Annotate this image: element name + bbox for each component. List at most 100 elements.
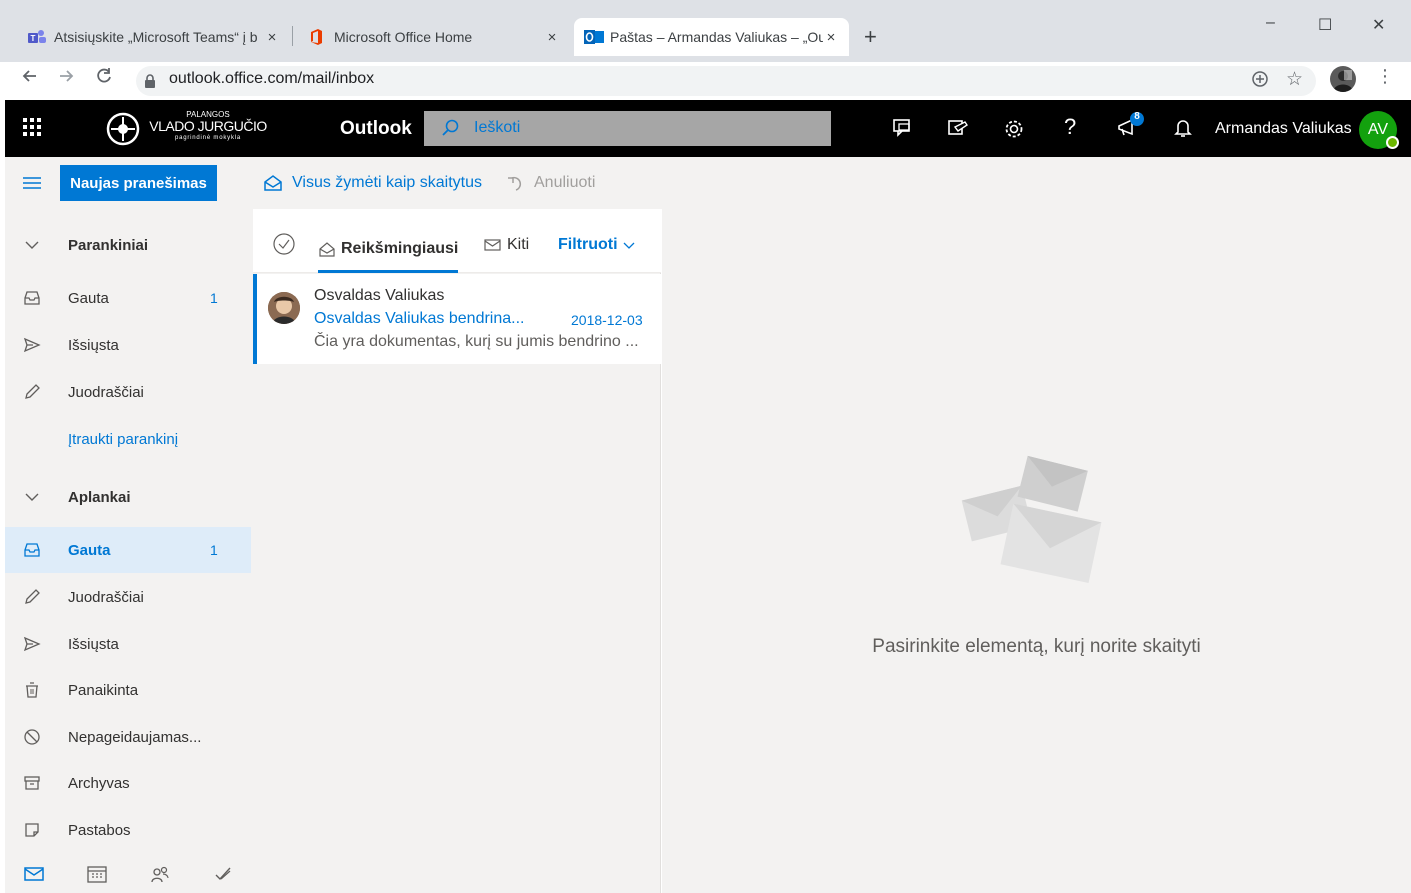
profile-avatar[interactable] [1330, 66, 1356, 92]
folder-item-drafts[interactable]: Juodraščiai [5, 574, 251, 620]
folder-label: Išsiųsta [68, 336, 119, 354]
app-title[interactable]: Outlook [340, 118, 412, 140]
folder-item-junk[interactable]: Nepageidaujamas... [5, 714, 251, 760]
folder-label: Išsiųsta [68, 635, 119, 653]
folder-label: Archyvas [68, 774, 130, 792]
maximize-button[interactable]: ☐ [1318, 15, 1332, 35]
user-name[interactable]: Armandas Valiukas [1215, 120, 1352, 138]
browser-tab-title: Microsoft Office Home [334, 29, 473, 45]
app-launcher-icon[interactable] [22, 117, 42, 137]
bell-icon[interactable] [1174, 118, 1192, 138]
svg-text:T: T [31, 34, 36, 43]
blocked-icon [23, 728, 41, 746]
send-icon [23, 336, 41, 354]
browser-menu-icon[interactable]: ⋮ [1376, 66, 1394, 87]
user-initials: AV [1367, 121, 1389, 138]
hamburger-menu-icon[interactable] [22, 175, 42, 191]
favorite-item-drafts[interactable]: Juodraščiai [5, 369, 251, 415]
browser-tab-outlook[interactable]: Paštas – Armandas Valiukas – „Ou × [574, 18, 849, 56]
favorite-item-sent[interactable]: Išsiųsta [5, 322, 251, 368]
school-logo[interactable] [105, 111, 143, 147]
help-icon[interactable]: ? [1064, 114, 1076, 140]
empty-reading-pane-text: Pasirinkite elementą, kurį norite skaity… [872, 636, 1201, 657]
message-preview: Čia yra dokumentas, kurį su jumis bendri… [314, 333, 639, 350]
my-day-icon[interactable] [947, 118, 969, 138]
add-favorite-label: Įtraukti parankinį [68, 430, 179, 448]
teams-chat-icon[interactable] [892, 118, 914, 138]
calendar-icon[interactable] [87, 865, 107, 883]
inbox-icon [23, 289, 41, 307]
search-box[interactable]: Ieškoti [424, 111, 831, 146]
folder-label: Gauta [68, 541, 111, 559]
back-button[interactable] [20, 66, 40, 86]
reload-button[interactable] [94, 66, 114, 86]
folder-label: Juodraščiai [68, 383, 144, 401]
unread-count: 1 [210, 542, 218, 558]
tab-other[interactable]: Kiti [484, 236, 529, 254]
folders-header[interactable]: Aplankai [5, 474, 251, 520]
close-tab-icon[interactable]: × [544, 29, 560, 46]
browser-tab-title: Paštas – Armandas Valiukas – „Ou [610, 29, 823, 45]
close-tab-icon[interactable]: × [264, 29, 280, 46]
chevron-down-icon [23, 236, 41, 254]
url-text: outlook.office.com/mail/inbox [169, 70, 375, 87]
close-window-button[interactable]: ✕ [1372, 15, 1385, 35]
favorite-item-inbox[interactable]: Gauta 1 [5, 275, 251, 321]
school-name: PALANGOS VLADO JURGUČIO pagrindinė mokyk… [146, 110, 270, 142]
school-name-main: VLADO JURGUČIO [149, 118, 267, 134]
folders-header-label: Aplankai [68, 488, 131, 506]
settings-icon[interactable] [1003, 118, 1025, 140]
new-message-button[interactable]: Naujas pranešimas [60, 165, 217, 201]
open-envelope-icon [264, 175, 282, 191]
folder-item-notes[interactable]: Pastabos [5, 807, 251, 853]
undo-button[interactable]: Anuliuoti [506, 174, 595, 192]
message-date: 2018-12-03 [571, 312, 643, 328]
tab-focused-label: Reikšmingiausi [341, 239, 459, 257]
forward-button[interactable] [56, 66, 76, 86]
inbox-icon [23, 541, 41, 559]
notification-badge: 8 [1134, 111, 1140, 122]
mail-icon[interactable] [24, 866, 44, 882]
note-icon [23, 821, 41, 839]
folder-item-archive[interactable]: Archyvas [5, 760, 251, 806]
install-app-icon[interactable] [1251, 70, 1269, 88]
minimize-button[interactable]: – [1266, 14, 1275, 32]
folder-item-inbox[interactable]: Gauta 1 [5, 527, 251, 573]
new-tab-button[interactable]: + [864, 24, 877, 50]
folder-label: Panaikinta [68, 681, 139, 699]
sender-avatar [268, 292, 300, 324]
select-all-checkbox[interactable] [273, 233, 295, 255]
todo-check-icon[interactable] [213, 865, 233, 883]
favorites-header[interactable]: Parankiniai [5, 222, 251, 268]
school-crest-icon [106, 112, 140, 146]
pencil-icon [23, 383, 41, 401]
filter-button[interactable]: Filtruoti [558, 236, 636, 254]
filter-label: Filtruoti [558, 236, 618, 253]
circle-check-icon [273, 233, 295, 255]
message-subject: Osvaldas Valiukas bendrina... [314, 310, 525, 327]
school-name-sub: pagrindinė mokykla [174, 135, 242, 141]
office-icon [308, 29, 326, 45]
arrow-left-icon [22, 70, 36, 82]
tab-focused[interactable]: Reikšmingiausi [318, 227, 459, 273]
search-icon [442, 119, 460, 137]
people-icon[interactable] [150, 865, 170, 883]
folder-label: Juodraščiai [68, 588, 144, 606]
browser-tab-office[interactable]: Microsoft Office Home × [298, 18, 570, 56]
folder-label: Nepageidaujamas... [68, 728, 202, 746]
arrow-right-icon [60, 70, 74, 82]
outlook-icon [584, 29, 604, 45]
folder-label: Pastabos [68, 821, 131, 839]
address-bar[interactable]: outlook.office.com/mail/inbox [136, 66, 1316, 96]
folder-item-deleted[interactable]: Panaikinta [5, 667, 251, 713]
star-icon[interactable]: ☆ [1286, 68, 1303, 91]
envelope-icon [484, 239, 501, 251]
add-favorite-link[interactable]: Įtraukti parankinį [5, 416, 251, 462]
pencil-icon [23, 588, 41, 606]
close-tab-icon[interactable]: × [823, 29, 839, 46]
archive-icon [23, 774, 41, 792]
mark-all-read-button[interactable]: Visus žymėti kaip skaitytus [263, 174, 482, 192]
folder-item-sent[interactable]: Išsiųsta [5, 621, 251, 667]
tab-other-label: Kiti [507, 236, 530, 253]
browser-tab-teams[interactable]: T Atsisiųskite „Microsoft Teams“ į b × [18, 18, 290, 56]
